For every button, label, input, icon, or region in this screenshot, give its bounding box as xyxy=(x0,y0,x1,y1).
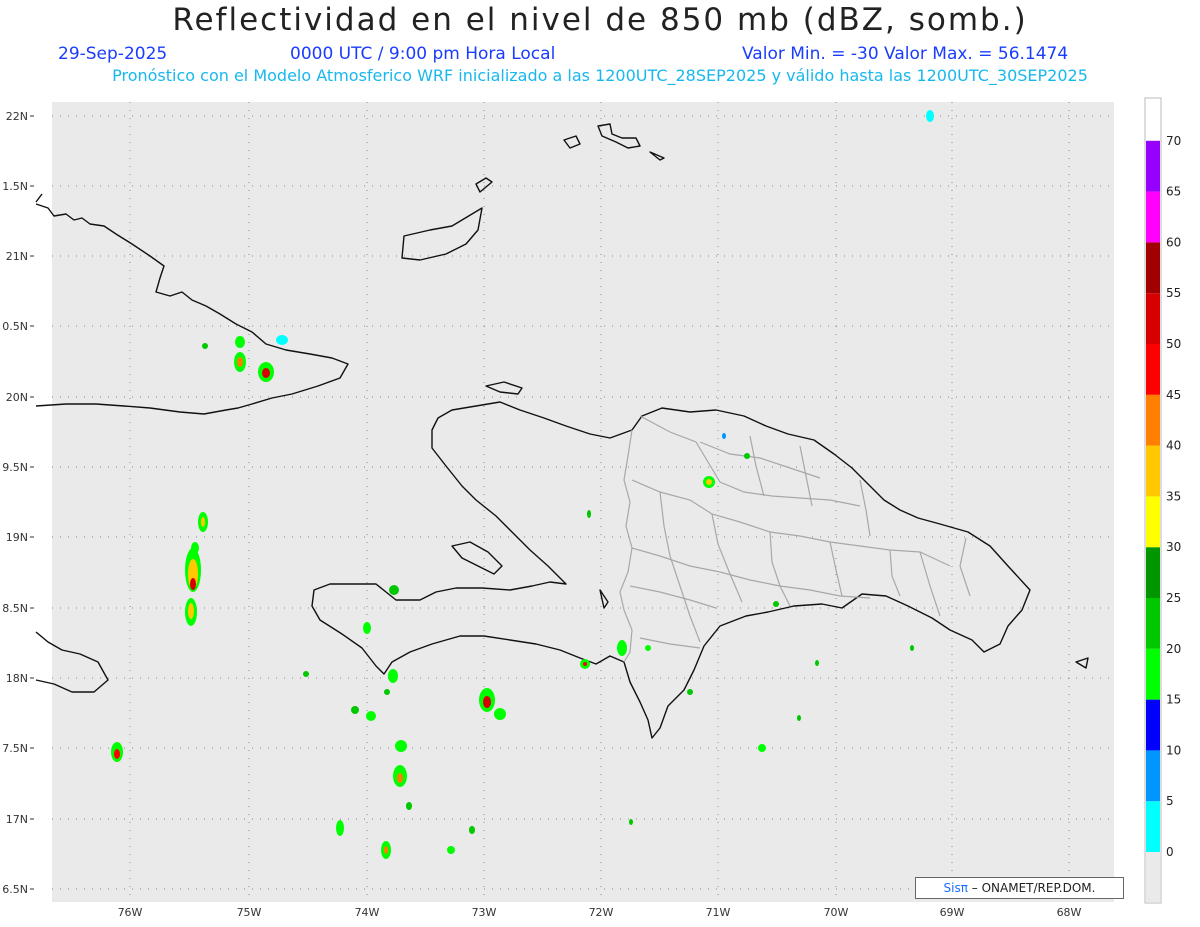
colorbar-label: 5 xyxy=(1166,794,1174,808)
colorbar-swatch xyxy=(1146,496,1160,548)
colorbar-label: 0 xyxy=(1166,845,1174,859)
colorbar-swatch xyxy=(1146,191,1160,243)
colorbar-label: 35 xyxy=(1166,489,1181,503)
colorbar-label: 25 xyxy=(1166,591,1181,605)
lat-label: 0.5N xyxy=(2,320,28,333)
map-panel xyxy=(52,102,1114,902)
colorbar-label: 55 xyxy=(1166,286,1181,300)
forecast-model-info: Pronóstico con el Modelo Atmosferico WRF… xyxy=(112,66,1088,85)
colorbar-label: 50 xyxy=(1166,337,1181,351)
lat-label: 22N xyxy=(6,110,28,123)
colorbar-label: 20 xyxy=(1166,642,1181,656)
longitude-labels: 76W 75W 74W 73W 72W 71W 70W 69W 68W xyxy=(118,906,1082,919)
colorbar-swatch xyxy=(1146,344,1160,395)
latitude-labels: 22N 1.5N 21N 0.5N 20N 9.5N 19N 8.5N 18N … xyxy=(2,110,28,896)
forecast-date: 29-Sep-2025 xyxy=(58,44,168,64)
lon-label: 75W xyxy=(237,906,262,919)
lat-label: 21N xyxy=(6,250,28,263)
colorbar-swatch xyxy=(1146,394,1160,446)
sispi-logo: Sisπ xyxy=(943,881,968,895)
colorbar-swatch xyxy=(1146,699,1160,751)
lat-ticks xyxy=(30,115,34,890)
colorbar-label: 40 xyxy=(1166,439,1181,453)
colorbar-below-range xyxy=(1146,852,1160,902)
colorbar-label: 10 xyxy=(1166,743,1181,757)
lon-label: 76W xyxy=(118,906,143,919)
map-title: Reflectividad en el nivel de 850 mb (dBZ… xyxy=(172,2,1028,38)
colorbar-swatch xyxy=(1146,598,1160,649)
lon-label: 68W xyxy=(1057,906,1082,919)
value-range: Valor Min. = -30 Valor Max. = 56.1474 xyxy=(742,44,1069,64)
colorbar-label: 45 xyxy=(1166,388,1181,402)
lon-label: 69W xyxy=(940,906,965,919)
lat-label: 6.5N xyxy=(2,883,28,896)
colorbar-swatch xyxy=(1146,293,1160,344)
lat-label: 1.5N xyxy=(2,180,28,193)
lat-label: 9.5N xyxy=(2,461,28,474)
credit-box: Sisπ – ONAMET/REP.DOM. xyxy=(915,877,1124,899)
colorbar-swatch xyxy=(1146,750,1160,802)
forecast-time: 0000 UTC / 9:00 pm Hora Local xyxy=(290,44,556,64)
lon-label: 74W xyxy=(355,906,380,919)
colorbar-label: 70 xyxy=(1166,134,1181,148)
cell-cluster xyxy=(111,742,123,762)
colorbar-swatch xyxy=(1146,547,1160,598)
lon-label: 71W xyxy=(706,906,731,919)
lon-label: 70W xyxy=(824,906,849,919)
lat-label: 18N xyxy=(6,672,28,685)
colorbar-label: 15 xyxy=(1166,693,1181,707)
lat-label: 17N xyxy=(6,813,28,826)
lon-label: 72W xyxy=(589,906,614,919)
lon-label: 73W xyxy=(472,906,497,919)
colorbar-swatch xyxy=(1146,242,1160,294)
credit-text: – ONAMET/REP.DOM. xyxy=(967,881,1096,895)
colorbar-swatch xyxy=(1146,801,1160,852)
lat-label: 20N xyxy=(6,391,28,404)
colorbar-swatch xyxy=(1146,140,1160,192)
colorbar-swatch xyxy=(1146,648,1160,700)
lat-label: 7.5N xyxy=(2,742,28,755)
colorbar-label: 65 xyxy=(1166,185,1181,199)
colorbar-swatch xyxy=(1146,445,1160,497)
reflectivity-map: 22N 1.5N 21N 0.5N 20N 9.5N 19N 8.5N 18N … xyxy=(2,97,1181,919)
colorbar-label: 30 xyxy=(1166,540,1181,554)
colorbar: 0 5 10 15 20 25 30 35 40 45 50 55 60 65 70 xyxy=(1144,97,1181,904)
colorbar-label: 60 xyxy=(1166,235,1181,249)
lat-label: 19N xyxy=(6,531,28,544)
lat-label: 8.5N xyxy=(2,602,28,615)
